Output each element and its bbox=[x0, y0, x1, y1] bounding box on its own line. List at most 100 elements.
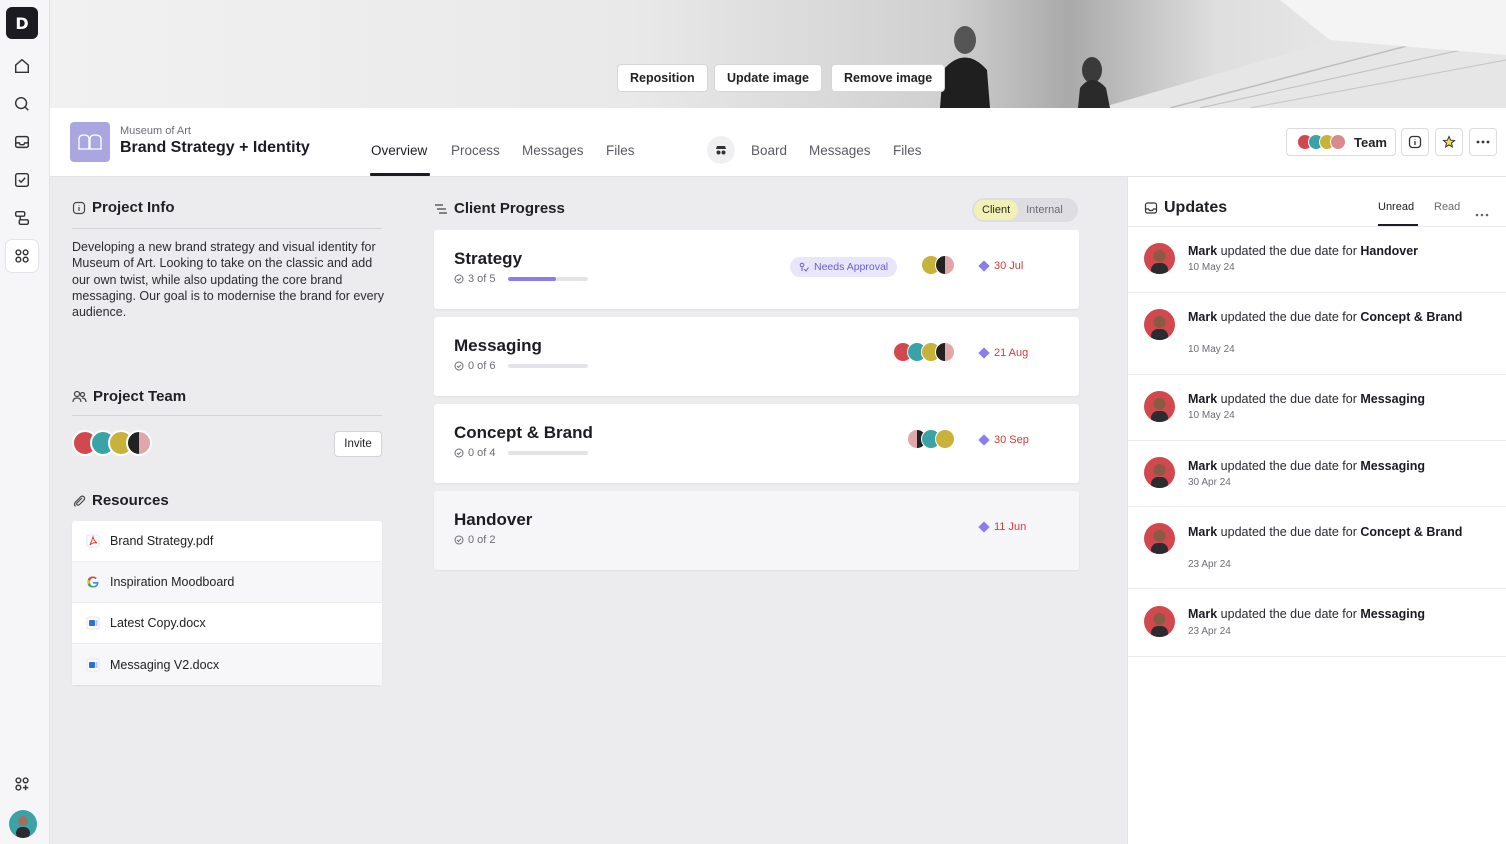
more-icon[interactable] bbox=[1475, 204, 1489, 222]
stage-due-date: 30 Sep bbox=[978, 434, 1029, 446]
avatar bbox=[935, 342, 955, 362]
stage-avatars bbox=[907, 429, 955, 449]
tab-messages[interactable]: Messages bbox=[522, 143, 584, 158]
update-user: Mark bbox=[1188, 459, 1218, 473]
resource-list: Brand Strategy.pdf Inspiration Moodboard… bbox=[72, 521, 382, 685]
update-image-button[interactable]: Update image bbox=[714, 64, 822, 92]
client-portal-icon[interactable] bbox=[707, 136, 735, 164]
team-label: Team bbox=[1354, 134, 1387, 150]
update-user: Mark bbox=[1188, 525, 1218, 539]
star-icon[interactable] bbox=[1435, 128, 1463, 156]
stage-progress-text: 0 of 4 bbox=[468, 447, 496, 459]
people-icon bbox=[72, 390, 87, 403]
inbox-icon bbox=[1144, 202, 1158, 214]
avatar bbox=[1144, 309, 1175, 340]
update-text: Mark updated the due date for Handover bbox=[1188, 243, 1488, 259]
progress-bar bbox=[508, 451, 588, 455]
divider bbox=[72, 228, 382, 229]
stage-avatars bbox=[893, 342, 955, 362]
avatar bbox=[1144, 606, 1175, 637]
update-target: Concept & Brand bbox=[1360, 310, 1463, 324]
project-info-heading: Project Info bbox=[72, 199, 175, 216]
update-item[interactable]: Mark updated the due date for Concept & … bbox=[1128, 293, 1506, 375]
cover-banner: Reposition Update image Remove image bbox=[50, 0, 1506, 108]
update-item[interactable]: Mark updated the due date for Messaging … bbox=[1128, 589, 1506, 657]
more-icon[interactable] bbox=[1469, 128, 1497, 156]
avatar[interactable] bbox=[126, 430, 152, 456]
client-internal-toggle[interactable]: Client Internal bbox=[972, 198, 1078, 222]
toggle-client[interactable]: Client bbox=[974, 200, 1019, 220]
tab-overview[interactable]: Overview bbox=[371, 143, 427, 158]
update-user: Mark bbox=[1188, 310, 1218, 324]
team-button[interactable]: Team bbox=[1286, 128, 1396, 156]
tab-client-messages[interactable]: Messages bbox=[809, 143, 871, 158]
update-text: Mark updated the due date for Concept & … bbox=[1188, 524, 1468, 540]
stage-progress: 3 of 5 bbox=[454, 273, 496, 285]
stage-title: Concept & Brand bbox=[454, 423, 593, 442]
update-user: Mark bbox=[1188, 392, 1218, 406]
active-tab-indicator bbox=[370, 173, 430, 176]
resource-item[interactable]: Brand Strategy.pdf bbox=[72, 521, 382, 562]
remove-image-button[interactable]: Remove image bbox=[831, 64, 946, 92]
update-user: Mark bbox=[1188, 244, 1218, 258]
toggle-internal[interactable]: Internal bbox=[1018, 200, 1071, 220]
stage-card-strategy[interactable]: Strategy 3 of 5 Needs Approval 30 Jul bbox=[434, 230, 1079, 309]
info-icon[interactable] bbox=[1401, 128, 1429, 156]
update-target: Messaging bbox=[1360, 392, 1425, 406]
update-action: updated the due date for bbox=[1217, 244, 1361, 258]
resource-item[interactable]: Messaging V2.docx bbox=[72, 644, 382, 685]
progress-bar bbox=[508, 277, 588, 281]
info-icon bbox=[72, 201, 86, 214]
update-action: updated the due date for bbox=[1217, 525, 1361, 539]
check-circle-icon bbox=[454, 274, 464, 284]
updates-title: Updates bbox=[1164, 199, 1228, 216]
update-date: 30 Apr 24 bbox=[1188, 477, 1231, 488]
tab-process[interactable]: Process bbox=[451, 143, 500, 158]
tab-unread[interactable]: Unread bbox=[1378, 201, 1414, 213]
avatar bbox=[935, 255, 955, 275]
stage-card-handover[interactable]: Handover 0 of 2 11 Jun bbox=[434, 491, 1079, 570]
tab-read[interactable]: Read bbox=[1434, 201, 1460, 213]
invite-button[interactable]: Invite bbox=[334, 431, 382, 457]
tasks-icon[interactable] bbox=[6, 164, 38, 196]
resource-name: Messaging V2.docx bbox=[110, 657, 220, 672]
project-header: Museum of Art Brand Strategy + Identity … bbox=[50, 108, 1506, 177]
update-date: 10 May 24 bbox=[1188, 410, 1235, 421]
client-progress-title: Client Progress bbox=[454, 200, 565, 217]
progress-bar-fill bbox=[508, 277, 556, 281]
update-date: 10 May 24 bbox=[1188, 344, 1235, 355]
tab-files[interactable]: Files bbox=[606, 143, 635, 158]
team-member-avatars[interactable] bbox=[72, 430, 152, 456]
resource-item[interactable]: Latest Copy.docx bbox=[72, 603, 382, 644]
status-badge: Needs Approval bbox=[790, 257, 898, 277]
stage-card-concept-brand[interactable]: Concept & Brand 0 of 4 30 Sep bbox=[434, 404, 1079, 483]
search-icon[interactable] bbox=[6, 88, 38, 120]
user-avatar[interactable] bbox=[9, 810, 37, 838]
tab-client-files[interactable]: Files bbox=[893, 143, 922, 158]
tab-board[interactable]: Board bbox=[751, 143, 787, 158]
update-item[interactable]: Mark updated the due date for Messaging … bbox=[1128, 441, 1506, 507]
update-item[interactable]: Mark updated the due date for Concept & … bbox=[1128, 507, 1506, 589]
add-apps-icon[interactable] bbox=[6, 768, 38, 800]
approval-icon bbox=[799, 262, 809, 272]
update-item[interactable]: Mark updated the due date for Messaging … bbox=[1128, 375, 1506, 441]
stage-progress: 0 of 4 bbox=[454, 447, 496, 459]
resource-name: Brand Strategy.pdf bbox=[110, 534, 214, 548]
check-circle-icon bbox=[454, 535, 464, 545]
workflow-icon[interactable] bbox=[6, 202, 38, 234]
progress-bar bbox=[508, 364, 588, 368]
update-item[interactable]: Mark updated the due date for Handover 1… bbox=[1128, 227, 1506, 293]
home-icon[interactable] bbox=[6, 50, 38, 82]
resource-item[interactable]: Inspiration Moodboard bbox=[72, 562, 382, 603]
reposition-button[interactable]: Reposition bbox=[617, 64, 708, 92]
apps-grid-icon[interactable] bbox=[6, 240, 38, 272]
project-icon bbox=[70, 122, 110, 162]
team-avatars bbox=[1297, 134, 1346, 150]
stage-card-messaging[interactable]: Messaging 0 of 6 21 Aug bbox=[434, 317, 1079, 396]
avatar bbox=[1144, 457, 1175, 488]
milestone-icon bbox=[978, 347, 990, 359]
update-target: Concept & Brand bbox=[1360, 525, 1463, 539]
update-action: updated the due date for bbox=[1217, 392, 1361, 406]
inbox-icon[interactable] bbox=[6, 126, 38, 158]
app-logo[interactable]: D bbox=[6, 7, 38, 39]
